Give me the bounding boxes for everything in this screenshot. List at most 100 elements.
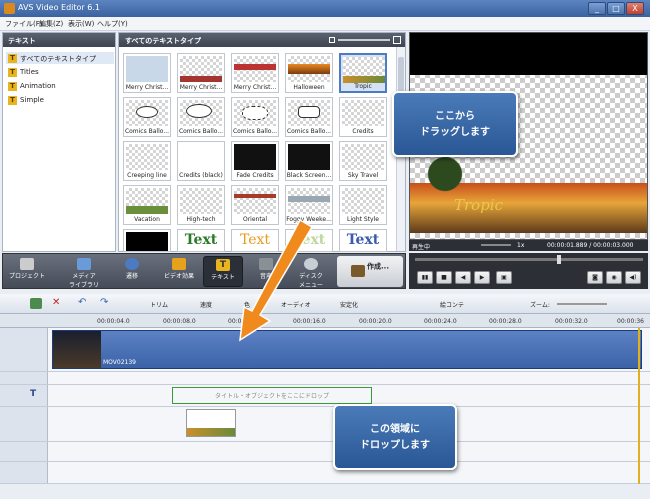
text-category-panel: テキスト T すべてのテキストタイプ T Titles T Animation T Si… [2,32,116,252]
thumb-image [126,232,168,251]
text-track-header: T [0,385,48,406]
main-toolbar: プロジェクト メディア ライブラリ 遷移 ビデオ効果 T テキスト 音声 ディスク… [2,253,406,289]
seek-bar[interactable] [415,255,643,264]
ruler-tick: 00:00:04.0 [97,318,130,325]
thumbnail-size-slider[interactable] [338,39,390,41]
effects-track [0,372,650,385]
menu-view[interactable]: 表示(W) [68,19,94,29]
maximize-button[interactable]: □ [607,2,625,15]
thumb-image [126,144,168,170]
category-simple[interactable]: T Simple [6,94,114,106]
drag-arrow-shape [239,218,314,342]
trim-button[interactable]: トリム [150,300,168,309]
thumb-vacation[interactable]: Vacation [123,185,171,225]
app-icon [4,3,15,14]
small-size-icon[interactable] [329,37,335,43]
thumb-fade-credits[interactable]: Fade Credits [231,141,279,181]
redo-icon[interactable]: ↷ [100,297,108,308]
category-all[interactable]: T すべてのテキストタイプ [6,52,114,64]
stabilize-button[interactable]: 安定化 [340,300,358,309]
preview-black-band [410,33,647,75]
volume-button[interactable]: ◀) [625,271,641,284]
minimize-button[interactable]: _ [588,2,606,15]
delete-icon[interactable]: ✕ [52,297,60,308]
text-drop-zone[interactable]: タイトル・オブジェクトをここにドロップ [172,387,372,404]
overlay-track-header [0,407,48,441]
menu-file[interactable]: ファイル(F) [5,19,43,29]
thumb-merry-christmas-2[interactable]: Merry Christ... [177,53,225,93]
film-icon [351,265,365,277]
undo-icon[interactable]: ↶ [78,297,86,308]
video-track-header [0,328,48,371]
thumb-text-green[interactable]: Text [177,229,225,252]
thumb-comics-balloon-1[interactable]: Comics Ballo... [123,97,171,137]
thumb-label: Merry Christ... [233,84,277,91]
thumb-tropic[interactable]: Tropic [339,53,387,93]
media-library-button[interactable]: メディア ライブラリ [61,256,107,289]
play-button[interactable]: ▮▮ [417,271,433,284]
text-icon: T [216,259,230,271]
dragged-text-thumbnail[interactable] [186,409,236,437]
thumb-image [288,56,330,82]
thumb-label: Credits [352,128,374,135]
thumb-image [342,144,384,170]
camera-button[interactable]: ◉ [606,271,622,284]
thumb-merry-christmas-3[interactable]: Merry Christ... [231,53,279,93]
thumb-dark-text[interactable] [123,229,171,252]
thumb-label: Comics Ballo... [178,128,224,135]
thumb-light-style[interactable]: Light Style [339,185,387,225]
speed-button[interactable]: 速度 [200,300,212,309]
zoom-label: ズーム: [530,302,550,309]
category-animation[interactable]: T Animation [6,80,114,92]
clip-name: MOV02139 [103,359,136,366]
snapshot-button[interactable]: ◙ [587,271,603,284]
thumb-sky-travel[interactable]: Sky Travel [339,141,387,181]
thumb-black-screen[interactable]: Black Screen... [285,141,333,181]
add-icon[interactable] [30,298,42,309]
thumb-creeping-line[interactable]: Creeping line [123,141,171,181]
thumb-label: Tropic [354,83,372,90]
create-button[interactable]: 作成... [337,256,403,287]
thumb-halloween[interactable]: Halloween [285,53,333,93]
thumb-label: Comics Ballo... [124,128,170,135]
thumb-image [126,100,168,126]
video-clip[interactable]: MOV02139 [52,330,642,369]
transitions-button[interactable]: 遷移 [117,256,147,287]
prev-frame-button[interactable]: ◀ [455,271,471,284]
thumb-text-blue[interactable]: Text [339,229,387,252]
thumb-image [342,188,384,214]
thumb-comics-balloon-3[interactable]: Comics Ballo... [231,97,279,137]
close-button[interactable]: X [626,2,644,15]
thumb-image [234,188,276,214]
storyboard-button[interactable]: 絵コンテ [440,300,464,309]
menu-edit[interactable]: 編集(Z) [39,19,63,29]
menu-help[interactable]: ヘルプ(Y) [97,19,128,29]
effects-track-header [0,372,48,384]
seek-handle[interactable] [557,255,561,264]
video-effects-button[interactable]: ビデオ効果 [159,256,199,287]
ruler-tick: 00:00:28.0 [489,318,522,325]
text-type-icon: T [8,82,17,91]
thumb-high-tech[interactable]: High-tech [177,185,225,225]
thumb-merry-christmas-1[interactable]: Merry Christ... [123,53,171,93]
thumb-credits-black[interactable]: Credits (black) [177,141,225,181]
thumb-comics-balloon-4[interactable]: Comics Ballo... [285,97,333,137]
thumb-image [126,188,168,214]
zoom-slider[interactable] [557,303,607,305]
large-size-icon[interactable] [393,36,401,44]
category-titles[interactable]: T Titles [6,66,114,78]
timeline-toolbar: ✕ ↶ ↷ トリム 速度 色 オーディオ 安定化 絵コンテ ズーム: [0,294,650,314]
timeline-cursor[interactable] [638,328,640,484]
music-track [0,462,650,484]
category-label: すべてのテキストタイプ [20,55,97,63]
project-button[interactable]: プロジェクト [7,256,47,287]
speed-slider[interactable] [481,244,511,246]
stop-button[interactable]: ■ [436,271,452,284]
gallery-title: すべてのテキストタイプ [125,37,202,45]
thumb-comics-balloon-2[interactable]: Comics Ballo... [177,97,225,137]
timeline-ruler: 00:00:04.0 00:00:08.0 00:00:12.0 00:00:1… [0,314,650,328]
next-frame-button[interactable]: ▶ [474,271,490,284]
fullscreen-button[interactable]: ▣ [496,271,512,284]
thumb-credits[interactable]: Credits [339,97,387,137]
ruler-tick: 00:00:32.0 [555,318,588,325]
